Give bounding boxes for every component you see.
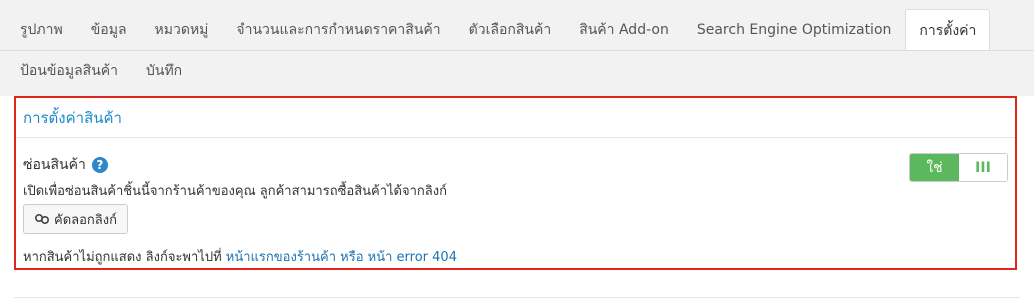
copy-link-label: คัดลอกลิงก์ [54, 212, 117, 228]
hide-product-toggle[interactable]: ใช่ III [909, 153, 1008, 182]
tab-save[interactable]: บันทึก [132, 52, 196, 89]
panel-title: การตั้งค่าสินค้า [23, 109, 122, 127]
copy-link-button[interactable]: คัดลอกลิงก์ [23, 204, 128, 234]
hide-product-label-text: ซ่อนสินค้า [23, 157, 86, 173]
tabs-row-2: ป้อนข้อมูลสินค้า บันทึก [6, 52, 196, 92]
link-icon [34, 213, 50, 225]
toggle-yes[interactable]: ใช่ [910, 154, 959, 181]
tab-divider [0, 50, 1034, 51]
panel-divider [16, 137, 1015, 138]
tab-settings[interactable]: การตั้งค่า [905, 9, 991, 51]
hide-product-description: เปิดเพื่อซ่อนสินค้าชิ้นนี้จากร้านค้าของค… [23, 184, 447, 199]
tabs-row-1: รูปภาพ ข้อมูล หมวดหมู่ จำนวนและการกำหนดร… [6, 9, 991, 51]
tab-categories[interactable]: หมวดหมู่ [141, 9, 223, 50]
hint-or[interactable]: หรือ [340, 250, 363, 265]
tab-bar: รูปภาพ ข้อมูล หมวดหมู่ จำนวนและการกำหนดร… [0, 0, 1034, 96]
hint-text: หากสินค้าไม่ถูกแสดง ลิงก์จะพาไปที่ หน้าแ… [23, 246, 457, 267]
tab-addon[interactable]: สินค้า Add-on [565, 9, 683, 50]
hide-product-label: ซ่อนสินค้า ? [23, 154, 108, 176]
tab-seo[interactable]: Search Engine Optimization [683, 9, 906, 50]
tab-data[interactable]: ข้อมูล [77, 9, 141, 50]
error-404-link[interactable]: error 404 [397, 250, 457, 265]
tab-enter-product-info[interactable]: ป้อนข้อมูลสินค้า [6, 52, 132, 89]
bottom-divider [14, 297, 1020, 298]
page-link[interactable]: หน้า [368, 250, 393, 265]
tab-product-options[interactable]: ตัวเลือกสินค้า [455, 9, 566, 50]
tab-quantity-pricing[interactable]: จำนวนและการกำหนดราคาสินค้า [222, 9, 454, 50]
tab-images[interactable]: รูปภาพ [6, 9, 77, 50]
store-homepage-link[interactable]: หน้าแรกของร้านค้า [226, 250, 336, 265]
toggle-off-indicator[interactable]: III [959, 154, 1007, 181]
help-icon[interactable]: ? [91, 157, 108, 173]
product-settings-panel: การตั้งค่าสินค้า ซ่อนสินค้า ? เปิดเพื่อซ… [14, 96, 1017, 270]
hint-prefix: หากสินค้าไม่ถูกแสดง ลิงก์จะพาไปที่ [23, 250, 222, 265]
